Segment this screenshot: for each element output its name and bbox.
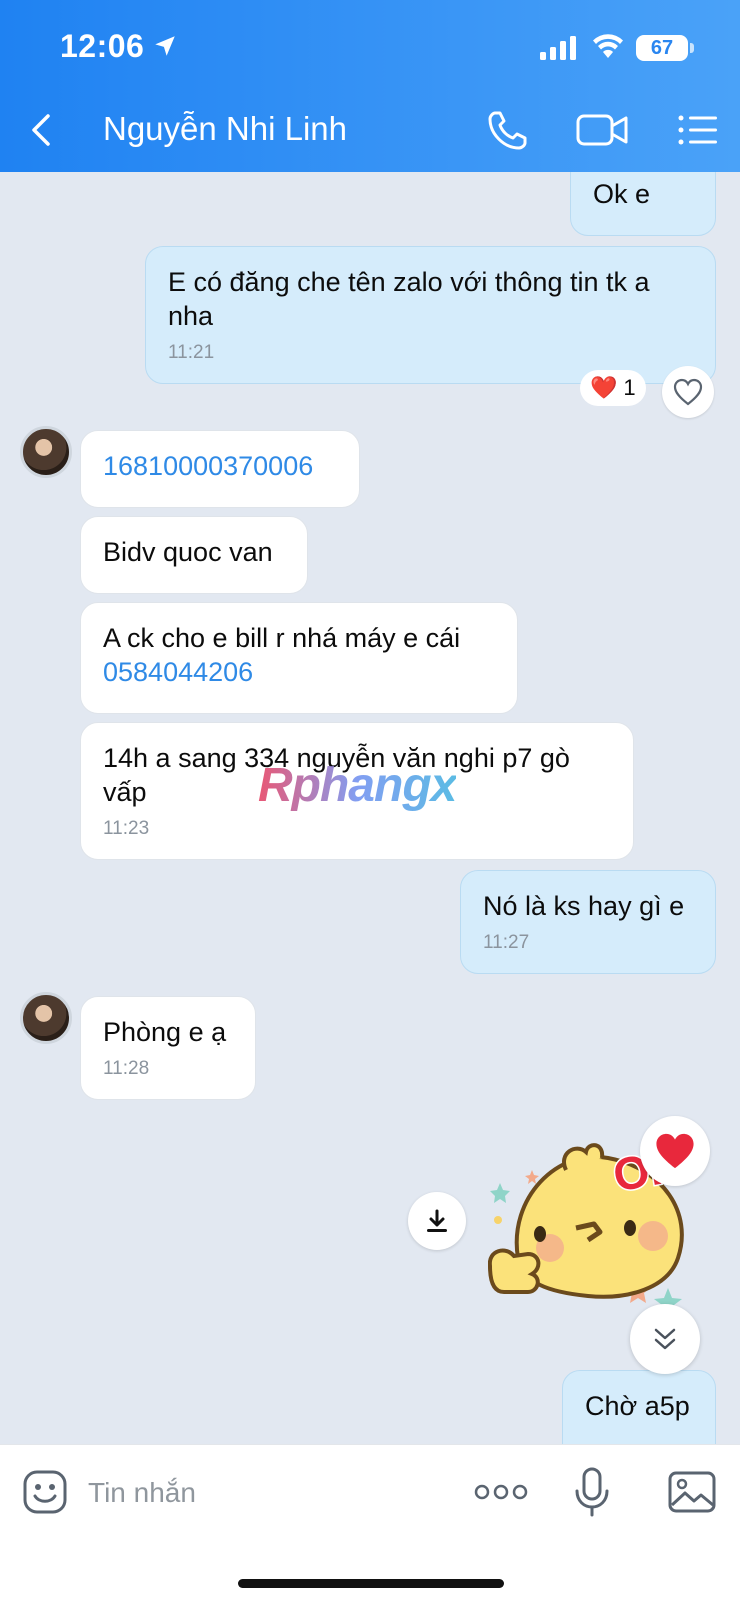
- like-button[interactable]: [662, 366, 714, 418]
- message-text: Phòng e ạ: [103, 1017, 227, 1047]
- chat-header: 12:06 67 Nguyễn Nhi Linh: [0, 0, 740, 172]
- incoming-message[interactable]: A ck cho e bill r nhá máy e cái 05840442…: [80, 602, 518, 714]
- heart-icon: [656, 1133, 694, 1169]
- message-text: Chờ a5p: [585, 1391, 690, 1421]
- message-time: 11:23: [103, 818, 150, 839]
- emoji-icon[interactable]: [22, 1469, 68, 1515]
- location-arrow-icon: [155, 36, 175, 56]
- battery-tip: [690, 43, 694, 53]
- message-composer: [0, 1444, 740, 1600]
- message-time: 11:28: [103, 1058, 150, 1079]
- outgoing-message[interactable]: Nó là ks hay gì e 11:27: [460, 870, 716, 974]
- home-indicator: [238, 1579, 504, 1588]
- message-text: A ck cho e bill r nhá máy e cái: [103, 623, 461, 653]
- scroll-to-bottom-button[interactable]: [630, 1304, 700, 1374]
- cellular-signal-icon: [540, 36, 576, 60]
- reaction-badge[interactable]: ❤️ 1: [580, 370, 646, 406]
- double-chevron-down-icon: [654, 1328, 676, 1350]
- outgoing-message[interactable]: Ok e: [570, 172, 716, 236]
- more-dots-icon[interactable]: [474, 1479, 528, 1505]
- message-time: 11:21: [168, 342, 215, 363]
- message-text: E có đăng che tên zalo với thông tin tk …: [168, 267, 650, 331]
- outgoing-message[interactable]: E có đăng che tên zalo với thông tin tk …: [145, 246, 716, 384]
- download-sticker-button[interactable]: [408, 1192, 466, 1250]
- phone-icon[interactable]: [486, 108, 530, 152]
- message-account-number[interactable]: 16810000370006: [103, 451, 313, 481]
- message-text: Nó là ks hay gì e: [483, 891, 685, 921]
- message-time: 11:27: [483, 932, 530, 953]
- video-camera-icon[interactable]: [576, 110, 630, 150]
- battery-indicator: 67: [636, 35, 688, 61]
- heart-reaction-button[interactable]: [640, 1116, 710, 1186]
- watermark: Rphangx: [258, 759, 457, 812]
- download-icon: [427, 1209, 447, 1232]
- outgoing-message[interactable]: Chờ a5p: [562, 1370, 716, 1444]
- heart-reaction-icon: ❤️: [590, 375, 618, 400]
- incoming-message[interactable]: 16810000370006: [80, 430, 360, 508]
- incoming-message[interactable]: Bidv quoc van: [80, 516, 308, 594]
- incoming-message[interactable]: Phòng e ạ 11:28: [80, 996, 256, 1100]
- heart-icon: [673, 378, 703, 406]
- message-text: Ok e: [593, 179, 651, 209]
- contact-avatar[interactable]: [20, 992, 72, 1044]
- microphone-icon[interactable]: [574, 1467, 610, 1517]
- chat-title[interactable]: Nguyễn Nhi Linh: [103, 110, 347, 148]
- message-text: Bidv quoc van: [103, 537, 273, 567]
- message-input[interactable]: [88, 1471, 428, 1515]
- wifi-icon: [593, 34, 623, 58]
- contact-avatar[interactable]: [20, 426, 72, 478]
- back-arrow-icon[interactable]: [26, 110, 56, 150]
- reaction-count: 1: [623, 375, 636, 400]
- list-menu-icon[interactable]: [678, 112, 718, 148]
- chat-message-list[interactable]: Ok e E có đăng che tên zalo với thông ti…: [0, 172, 740, 1444]
- message-phone-link[interactable]: 0584044206: [103, 657, 253, 687]
- status-time: 12:06: [60, 28, 145, 64]
- image-icon[interactable]: [668, 1471, 716, 1513]
